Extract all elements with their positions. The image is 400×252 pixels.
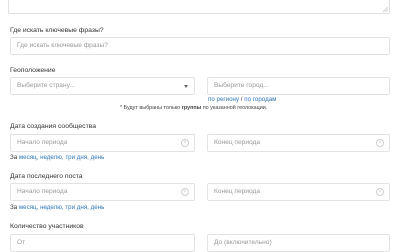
note-prefix: * Будут выбраны только: [120, 105, 181, 111]
keywords-input[interactable]: Где искать ключевые фразы?: [10, 37, 390, 55]
city-select[interactable]: Выберите город...: [207, 77, 390, 95]
day-link[interactable]: день: [91, 154, 105, 161]
country-select-value: Выберите страну...: [17, 82, 75, 89]
last-post-end-placeholder: Конец периода: [214, 188, 261, 195]
region-city-links: по региону / по городам: [208, 96, 276, 103]
note-bold: группы: [181, 105, 202, 111]
location-label: Геоположение: [10, 67, 56, 74]
three-days-link[interactable]: три дня,: [65, 204, 89, 211]
location-note: * Будут выбраны только группы по указанн…: [120, 105, 267, 111]
month-link[interactable]: месяц,: [19, 154, 38, 161]
three-days-link[interactable]: три дня,: [65, 154, 89, 161]
quick-prefix: За: [10, 204, 18, 211]
creation-quick-periods: За месяц, неделю, три дня, день: [10, 154, 104, 161]
quick-prefix: За: [10, 154, 18, 161]
clear-icon[interactable]: ×: [376, 139, 384, 147]
day-link[interactable]: день: [91, 204, 105, 211]
week-link[interactable]: неделю,: [40, 154, 64, 161]
clear-icon[interactable]: ×: [181, 188, 189, 196]
country-select[interactable]: Выберите страну...: [10, 77, 195, 95]
week-link[interactable]: неделю,: [40, 204, 64, 211]
members-to-input[interactable]: До (включительно): [207, 234, 390, 252]
note-suffix: по указанной геолокации.: [202, 105, 268, 111]
creation-date-label: Дата создания сообщества: [10, 123, 96, 130]
creation-start-input[interactable]: Начало периода ×: [10, 134, 195, 152]
last-post-start-placeholder: Начало периода: [17, 188, 68, 195]
clear-icon[interactable]: ×: [376, 188, 384, 196]
resize-grip-icon[interactable]: [382, 6, 388, 12]
last-post-end-input[interactable]: Конец периода ×: [207, 183, 390, 201]
members-count-label: Количество участников: [10, 223, 84, 230]
link-separator: /: [240, 96, 243, 103]
creation-start-placeholder: Начало периода: [17, 139, 68, 146]
members-from-input[interactable]: От: [10, 234, 195, 252]
description-textarea[interactable]: [8, 0, 390, 14]
by-cities-link[interactable]: по городам: [244, 96, 276, 103]
chevron-down-icon: [184, 85, 188, 88]
clear-icon[interactable]: ×: [181, 139, 189, 147]
last-post-quick-periods: За месяц, неделю, три дня, день: [10, 204, 104, 211]
last-post-start-input[interactable]: Начало периода ×: [10, 183, 195, 201]
by-region-link[interactable]: по региону: [208, 96, 239, 103]
last-post-label: Дата последнего поста: [10, 173, 83, 180]
creation-end-placeholder: Конец периода: [214, 139, 261, 146]
month-link[interactable]: месяц,: [19, 204, 38, 211]
creation-end-input[interactable]: Конец периода ×: [207, 134, 390, 152]
keywords-label: Где искать ключевые фразы?: [10, 27, 104, 34]
